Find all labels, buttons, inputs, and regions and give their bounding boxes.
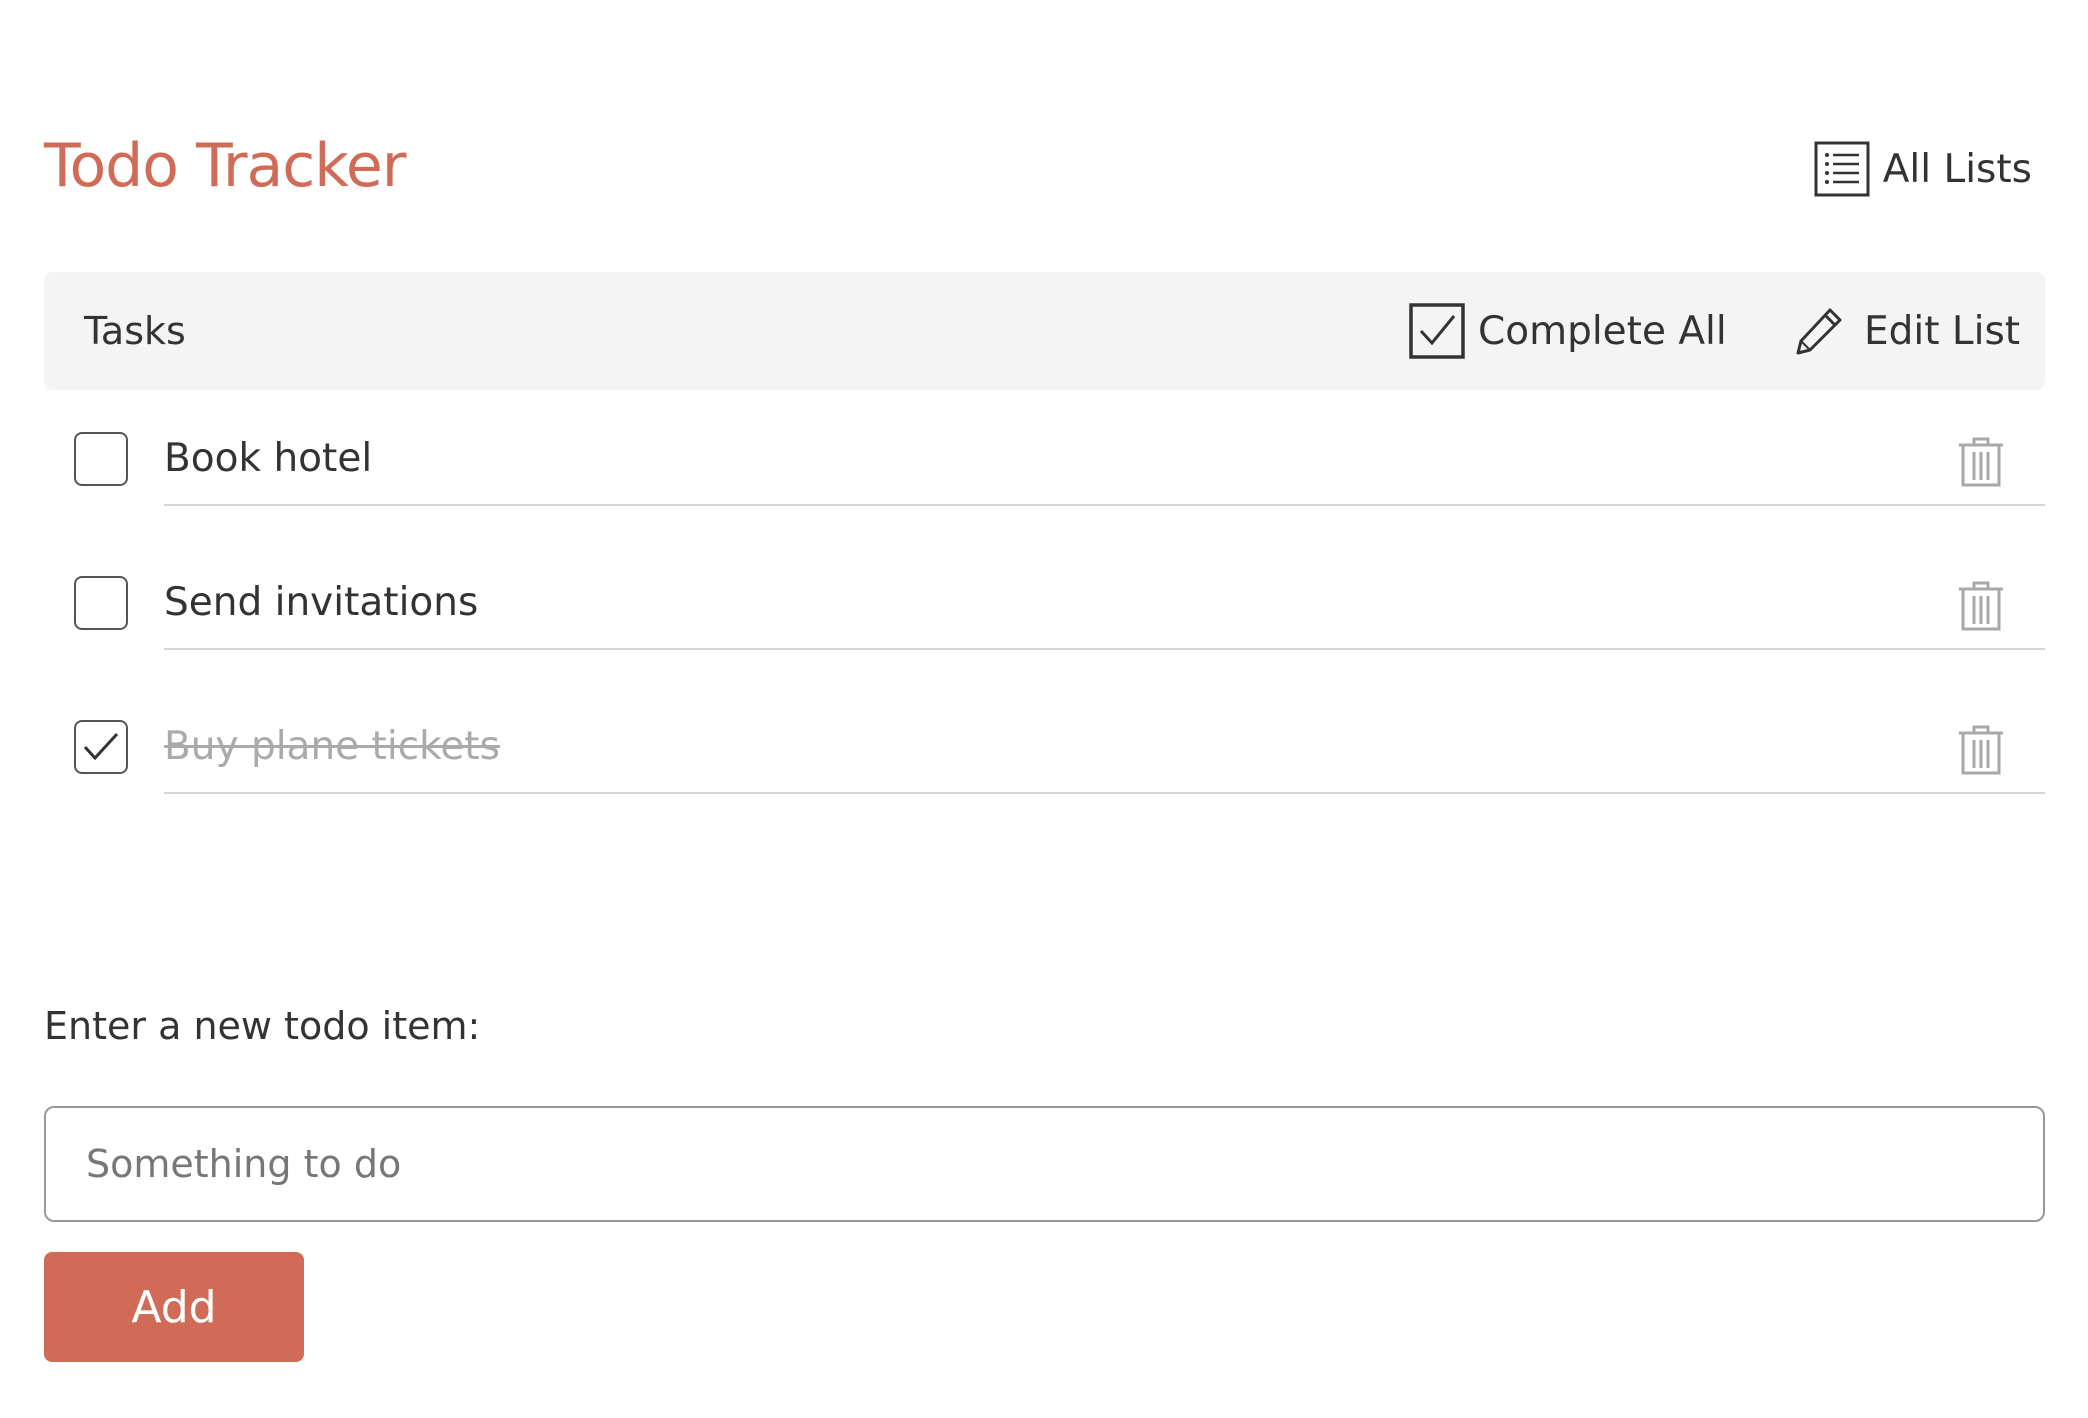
new-todo-input[interactable] bbox=[44, 1106, 2045, 1222]
tasks-heading: Tasks bbox=[84, 309, 186, 353]
page-title: Todo Tracker bbox=[44, 131, 406, 201]
complete-all-button[interactable]: Complete All bbox=[1408, 301, 1727, 361]
edit-list-label: Edit List bbox=[1864, 308, 2021, 354]
checkbox-checked-icon bbox=[1409, 303, 1465, 359]
trash-icon[interactable] bbox=[1957, 436, 2005, 488]
pencil-icon bbox=[1796, 308, 1842, 355]
task-checkbox[interactable] bbox=[74, 576, 128, 630]
task-list: Book hotel Send invitations Buy plane ti… bbox=[44, 390, 2045, 822]
task-text[interactable]: Book hotel bbox=[164, 434, 372, 484]
task-text[interactable]: Buy plane tickets bbox=[164, 722, 500, 772]
tasks-toolbar: Tasks Complete All Edit List bbox=[44, 272, 2045, 390]
task-item: Buy plane tickets bbox=[164, 678, 2045, 794]
complete-all-label: Complete All bbox=[1478, 308, 1727, 354]
all-lists-label: All Lists bbox=[1882, 146, 2032, 192]
task-row: Buy plane tickets bbox=[44, 678, 2045, 822]
task-checkbox[interactable] bbox=[74, 720, 128, 774]
task-checkbox[interactable] bbox=[74, 432, 128, 486]
task-text[interactable]: Send invitations bbox=[164, 578, 478, 628]
checkmark-icon bbox=[83, 732, 119, 761]
trash-icon[interactable] bbox=[1957, 724, 2005, 776]
task-item: Book hotel bbox=[164, 390, 2045, 506]
edit-list-button[interactable]: Edit List bbox=[1792, 301, 2020, 361]
task-item: Send invitations bbox=[164, 534, 2045, 650]
trash-icon[interactable] bbox=[1957, 580, 2005, 632]
list-icon bbox=[1814, 141, 1870, 197]
todo-app: Todo Tracker All Lists Tasks Complete Al… bbox=[44, 0, 2045, 1418]
add-button[interactable]: Add bbox=[44, 1252, 304, 1362]
new-item-label: Enter a new todo item: bbox=[44, 1004, 481, 1048]
task-row: Book hotel bbox=[44, 390, 2045, 534]
task-row: Send invitations bbox=[44, 534, 2045, 678]
all-lists-button[interactable]: All Lists bbox=[1813, 140, 2032, 198]
